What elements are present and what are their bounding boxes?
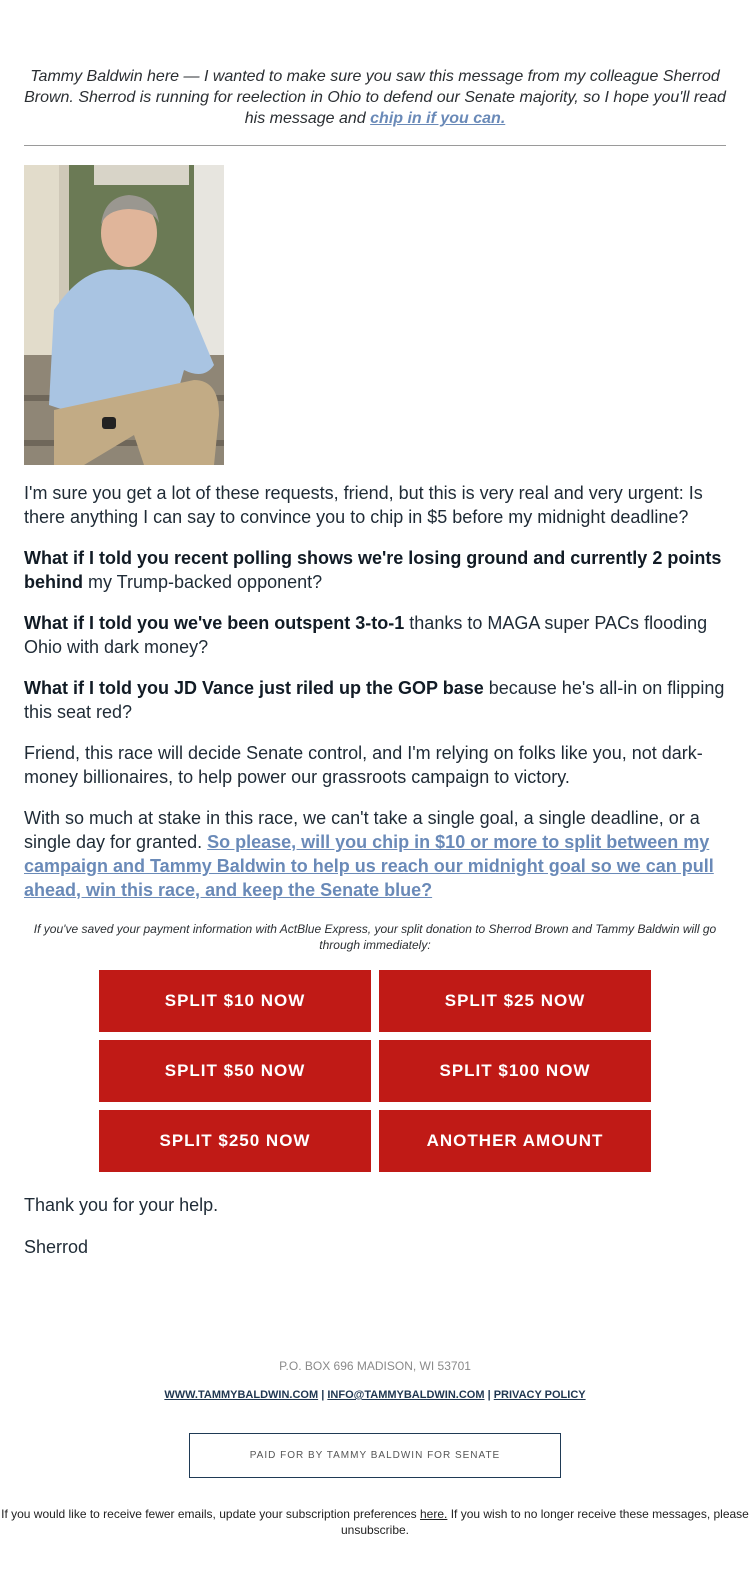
- thanks-text: Thank you for your help.: [24, 1195, 219, 1215]
- bold-text: What if I told you JD Vance just riled u…: [24, 678, 484, 698]
- actblue-note: If you've saved your payment information…: [33, 922, 717, 952]
- paragraph: Friend, this race will decide Senate con…: [24, 743, 703, 787]
- unsubscribe-text: If you would like to receive fewer email…: [0, 1506, 750, 1538]
- split-50-button[interactable]: SPLIT $50 NOW: [99, 1040, 371, 1102]
- paragraph-text: my Trump-backed opponent?: [83, 572, 323, 592]
- paragraph: With so much at stake in this race, we c…: [24, 806, 726, 902]
- separator: |: [318, 1389, 328, 1401]
- letter-body: I'm sure you get a lot of these requests…: [24, 481, 726, 919]
- donation-buttons: SPLIT $10 NOW SPLIT $25 NOW SPLIT $50 NO…: [99, 970, 651, 1172]
- bold-text: What if I told you we've been outspent 3…: [24, 613, 405, 633]
- chip-in-link[interactable]: chip in if you can.: [370, 110, 505, 127]
- privacy-policy-link[interactable]: PRIVACY POLICY: [494, 1389, 586, 1401]
- closing: Thank you for your help. Sherrod: [24, 1193, 726, 1277]
- website-link[interactable]: WWW.TAMMYBALDWIN.COM: [164, 1389, 318, 1401]
- split-250-button[interactable]: SPLIT $250 NOW: [99, 1110, 371, 1172]
- another-amount-button[interactable]: ANOTHER AMOUNT: [379, 1110, 651, 1172]
- email-link[interactable]: INFO@TAMMYBALDWIN.COM: [327, 1389, 484, 1401]
- paragraph: I'm sure you get a lot of these requests…: [24, 483, 703, 527]
- split-100-button[interactable]: SPLIT $100 NOW: [379, 1040, 651, 1102]
- unsub-text: If you would like to receive fewer email…: [1, 1507, 420, 1521]
- mailing-address: P.O. BOX 696 MADISON, WI 53701: [279, 1359, 471, 1373]
- footer-links: WWW.TAMMYBALDWIN.COM | INFO@TAMMYBALDWIN…: [0, 1389, 750, 1401]
- split-10-button[interactable]: SPLIT $10 NOW: [99, 970, 371, 1032]
- split-25-button[interactable]: SPLIT $25 NOW: [379, 970, 651, 1032]
- signature: Sherrod: [24, 1237, 89, 1257]
- paragraph: What if I told you JD Vance just riled u…: [24, 676, 726, 724]
- paragraph: What if I told you we've been outspent 3…: [24, 611, 726, 659]
- candidate-photo: [24, 165, 224, 465]
- separator: |: [484, 1389, 494, 1401]
- preferences-link[interactable]: here.: [420, 1507, 447, 1521]
- paid-for-disclaimer: PAID FOR BY TAMMY BALDWIN FOR SENATE: [189, 1433, 561, 1478]
- intro-message: Tammy Baldwin here — I wanted to make su…: [24, 66, 726, 129]
- divider: [24, 145, 726, 146]
- paragraph: What if I told you recent polling shows …: [24, 546, 726, 594]
